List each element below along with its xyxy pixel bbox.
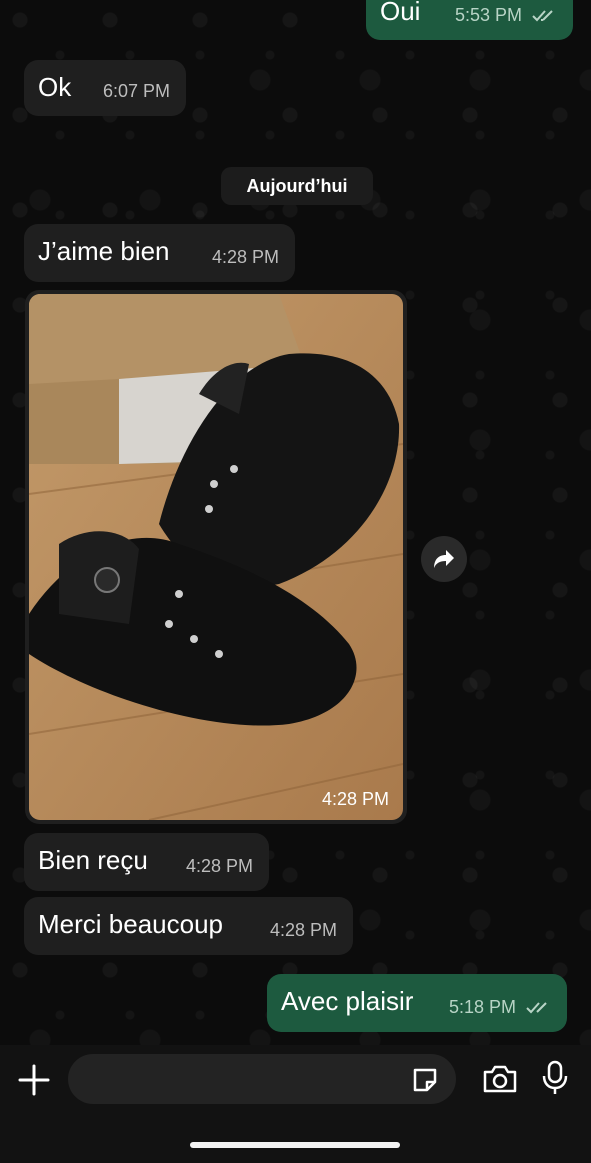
microphone-icon: [542, 1060, 568, 1094]
message-bubble-outgoing[interactable]: Oui 5:53 PM: [366, 0, 573, 40]
forward-icon: [434, 550, 454, 568]
message-time: 4:28 PM: [185, 856, 253, 876]
message-time: 4:28 PM: [269, 920, 337, 940]
image-message-bubble[interactable]: 4:28 PM: [25, 290, 407, 824]
camera-icon: [483, 1065, 517, 1093]
message-bubble-incoming[interactable]: Ok 6:07 PM: [24, 60, 186, 116]
message-text: Avec plaisir: [281, 986, 414, 1016]
read-receipt-icon: [532, 10, 553, 22]
message-time: 5:53 PM: [455, 0, 557, 30]
message-time: 6:07 PM: [102, 81, 170, 101]
sneakers-photo[interactable]: 4:28 PM: [29, 294, 403, 820]
message-input[interactable]: [68, 1054, 456, 1104]
read-receipt-icon: [526, 1002, 547, 1014]
home-indicator: [190, 1142, 400, 1148]
message-bubble-incoming[interactable]: J’aime bien 4:28 PM: [24, 224, 295, 282]
message-bubble-incoming[interactable]: Bien reçu 4:28 PM: [24, 833, 269, 891]
message-text: Oui: [380, 0, 421, 26]
date-divider: Aujourd’hui: [221, 167, 373, 205]
sticker-icon: [413, 1068, 437, 1092]
message-text: Merci beaucoup: [38, 909, 223, 939]
message-text: Bien reçu: [38, 845, 148, 875]
image-time: 4:28 PM: [321, 789, 389, 809]
attach-button[interactable]: [16, 1062, 52, 1098]
message-bubble-incoming[interactable]: Merci beaucoup 4:28 PM: [24, 897, 353, 955]
sticker-button[interactable]: [411, 1066, 441, 1094]
forward-button[interactable]: [421, 536, 467, 582]
photo-image: [29, 294, 403, 820]
message-bubble-outgoing[interactable]: Avec plaisir 5:18 PM: [267, 974, 567, 1032]
camera-button[interactable]: [482, 1064, 518, 1094]
message-text: Ok: [38, 72, 72, 102]
plus-icon: [18, 1064, 50, 1096]
microphone-button[interactable]: [541, 1060, 569, 1096]
message-time: 5:18 PM: [449, 992, 551, 1022]
message-text: J’aime bien: [38, 236, 170, 266]
message-time: 4:28 PM: [211, 247, 279, 267]
